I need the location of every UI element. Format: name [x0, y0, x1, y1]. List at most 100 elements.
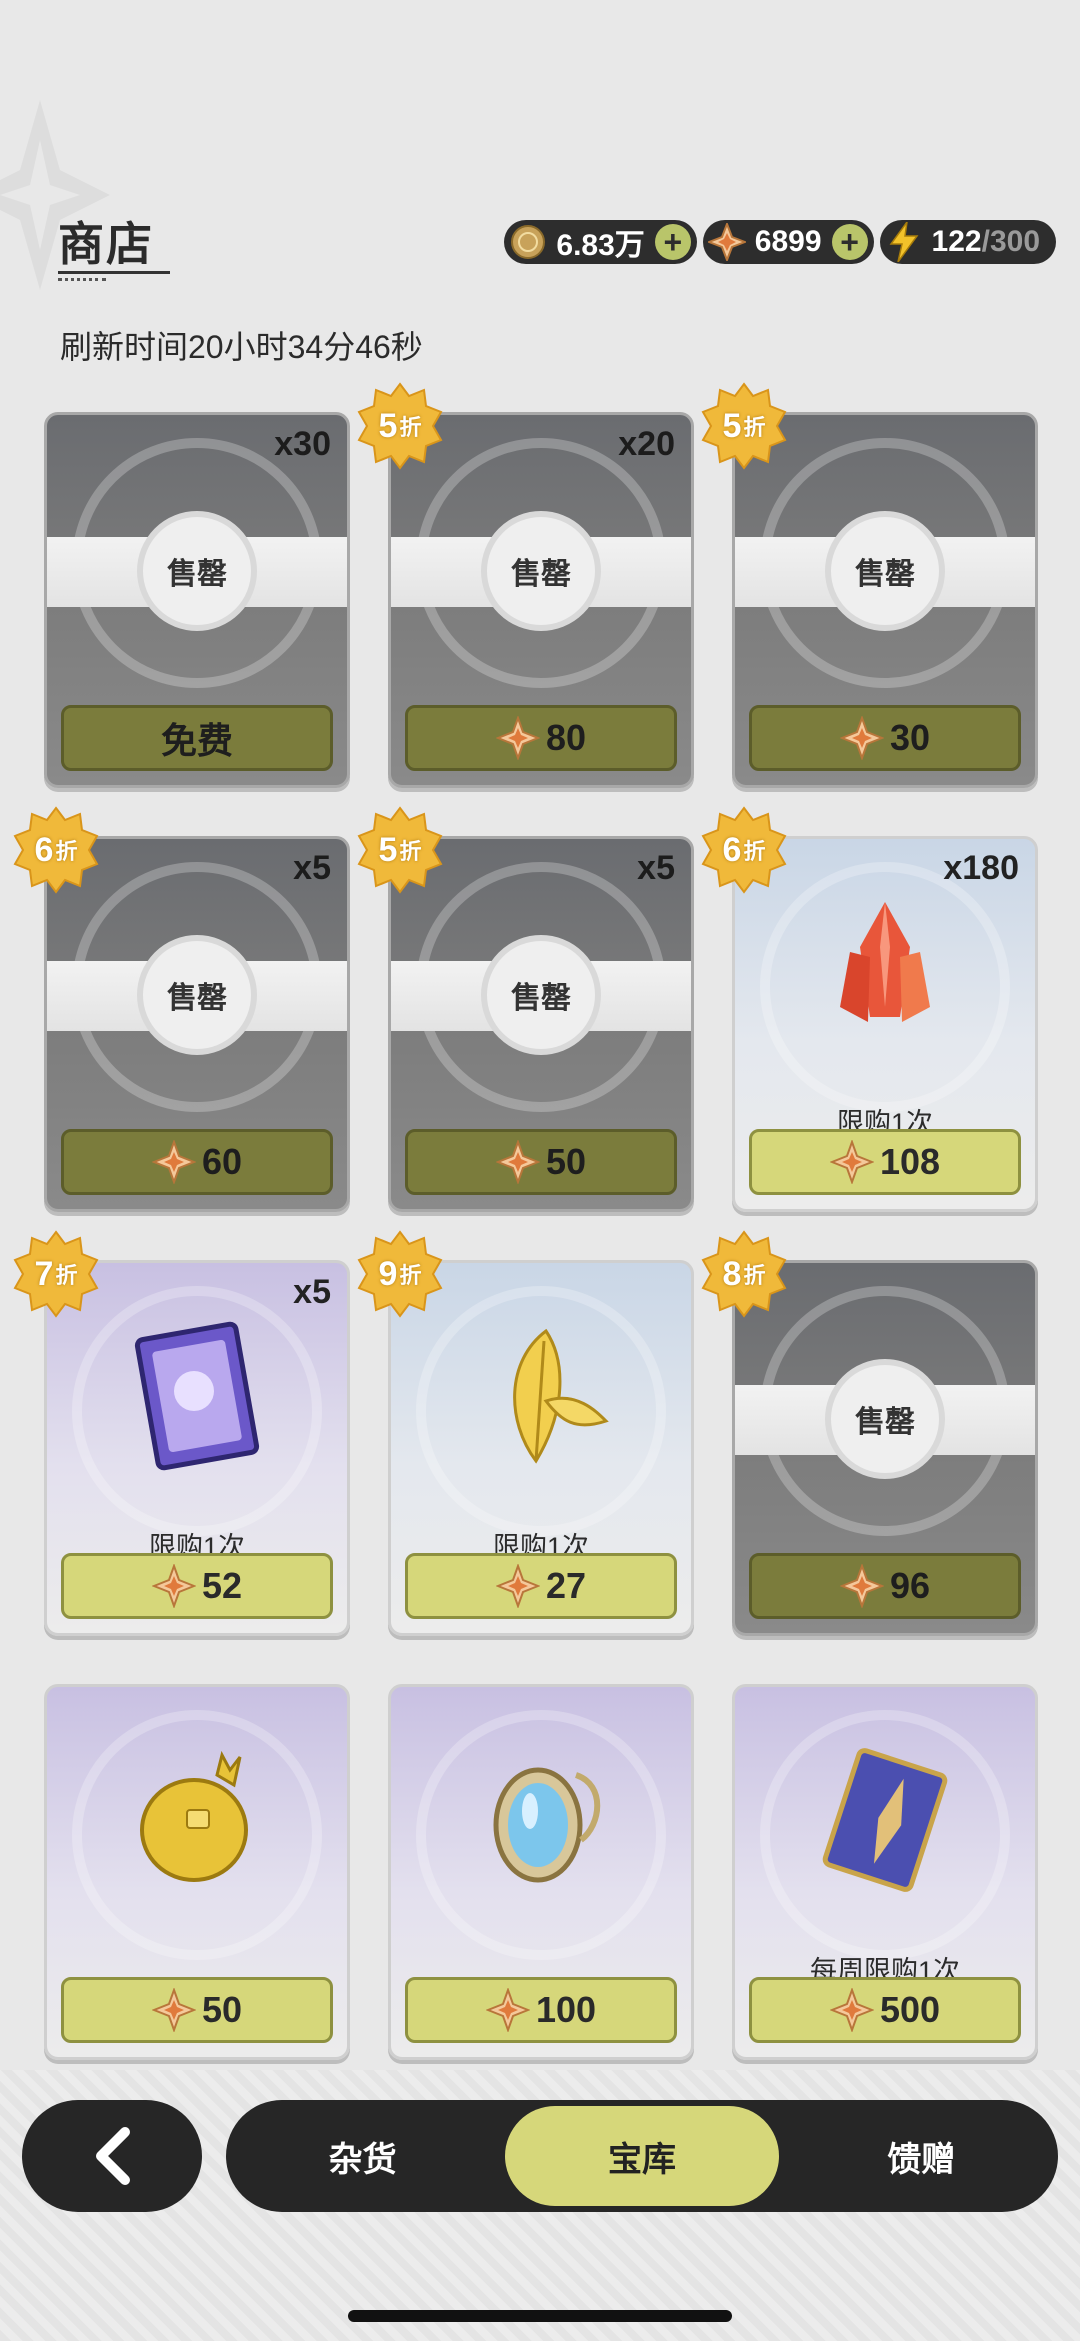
- mirror-icon: [466, 1745, 616, 1895]
- discount-value: 5: [378, 406, 398, 445]
- discount-suffix: 折: [743, 1263, 766, 1288]
- discount-suffix: 折: [743, 415, 766, 440]
- discount-badge: 7折: [12, 1230, 100, 1318]
- shop-item-card[interactable]: 50: [44, 1684, 350, 2060]
- shop-item-card: x5 售罄 50 5 折: [357, 806, 694, 1212]
- item-quantity: x5: [293, 1273, 331, 1311]
- sold-out-label: 售罄: [825, 1359, 945, 1479]
- price-value: 50: [201, 1989, 243, 2030]
- energy-current: 122: [931, 225, 982, 258]
- price-button[interactable]: 50: [61, 1977, 333, 2043]
- price-button[interactable]: 27: [405, 1553, 677, 1619]
- price-button: 80: [405, 705, 677, 771]
- discount-value: 5: [378, 830, 398, 869]
- gem-icon: [151, 1564, 196, 1608]
- discount-value: 8: [722, 1254, 742, 1293]
- price-button: 96: [749, 1553, 1021, 1619]
- gem-amount: 6899: [754, 225, 822, 258]
- item-quantity: x5: [637, 849, 675, 887]
- card-frame: x30 售罄免费: [44, 412, 350, 788]
- price-value: 免费: [160, 720, 233, 761]
- discount-badge: 8折: [700, 1230, 788, 1318]
- discount-badge: 5折: [356, 806, 444, 894]
- price-value: 52: [201, 1565, 243, 1606]
- gem-icon: [839, 1564, 884, 1608]
- gem-icon: [151, 1140, 196, 1184]
- price-value: 80: [545, 717, 587, 758]
- energy-balance: 122/300: [879, 220, 1056, 264]
- price-button: 50: [405, 1129, 677, 1195]
- price-value: 108: [879, 1141, 941, 1182]
- home-indicator: [348, 2310, 732, 2322]
- discount-value: 7: [34, 1254, 54, 1293]
- price-button: 免费: [61, 705, 333, 771]
- sold-out-label: 售罄: [825, 511, 945, 631]
- shop-item-card[interactable]: 限购1次 27 9 折: [357, 1230, 694, 1636]
- discount-badge: 6折: [700, 806, 788, 894]
- shop-item-card[interactable]: x5 限购1次 52 7 折: [13, 1230, 350, 1636]
- price-value: 60: [201, 1141, 243, 1182]
- price-button[interactable]: 108: [749, 1129, 1021, 1195]
- gem-icon: [839, 716, 884, 760]
- shop-item-card[interactable]: 每周限购1次 500: [732, 1684, 1038, 2060]
- gem-icon: [495, 716, 540, 760]
- character-card-icon: [122, 1321, 272, 1471]
- back-arrow-icon: [96, 2127, 130, 2185]
- price-value: 100: [535, 1989, 597, 2030]
- feather-card-icon: [810, 1745, 960, 1895]
- discount-suffix: 折: [399, 839, 422, 864]
- discount-value: 6: [722, 830, 742, 869]
- item-quantity: x5: [293, 849, 331, 887]
- price-value: 50: [545, 1141, 587, 1182]
- discount-suffix: 折: [743, 839, 766, 864]
- price-value: 96: [889, 1565, 931, 1606]
- shop-item-card[interactable]: 100: [388, 1684, 694, 2060]
- gem-balance: 6899 +: [702, 220, 874, 264]
- item-quantity: x30: [274, 425, 331, 463]
- card-frame: 50: [44, 1684, 350, 2060]
- shop-item-card: x20 售罄 80 5 折: [357, 382, 694, 788]
- price-button[interactable]: 100: [405, 1977, 677, 2043]
- tab-treasury[interactable]: 宝库: [505, 2106, 779, 2206]
- discount-value: 6: [34, 830, 54, 869]
- currency-bar: 6.83万 + 6899 + 122/300: [504, 220, 1056, 264]
- coin-balance: 6.83万 +: [504, 220, 697, 264]
- sold-out-label: 售罄: [137, 511, 257, 631]
- item-quantity: x180: [943, 849, 1019, 887]
- gem-icon: [485, 1988, 530, 2032]
- price-value: 500: [879, 1989, 941, 2030]
- card-frame: 每周限购1次 500: [732, 1684, 1038, 2060]
- golden-orb-icon: [122, 1745, 272, 1895]
- discount-value: 9: [378, 1254, 398, 1293]
- refresh-timer: 刷新时间20小时34分46秒: [60, 329, 423, 365]
- item-quantity: x20: [618, 425, 675, 463]
- tab-gifts[interactable]: 馈赠: [785, 2106, 1058, 2206]
- back-button[interactable]: [22, 2100, 202, 2212]
- tab-groceries[interactable]: 杂货: [226, 2106, 499, 2206]
- price-button[interactable]: 52: [61, 1553, 333, 1619]
- gem-icon: [495, 1564, 540, 1608]
- sold-out-label: 售罄: [137, 935, 257, 1055]
- price-value: 27: [545, 1565, 587, 1606]
- card-frame: 100: [388, 1684, 694, 2060]
- discount-value: 5: [722, 406, 742, 445]
- shop-item-card: 售罄 30 5 折: [701, 382, 1038, 788]
- discount-badge: 9折: [356, 1230, 444, 1318]
- shop-item-card[interactable]: x180 限购1次 108 6 折: [701, 806, 1038, 1212]
- gem-icon: [151, 1988, 196, 2032]
- title-dots: [58, 278, 106, 281]
- lightning-icon: [884, 222, 924, 262]
- shop-item-card: x5 售罄 60 6 折: [13, 806, 350, 1212]
- discount-suffix: 折: [399, 415, 422, 440]
- price-value: 30: [889, 717, 931, 758]
- price-button: 60: [61, 1129, 333, 1195]
- crystal-icon: [810, 897, 960, 1047]
- price-button[interactable]: 500: [749, 1977, 1021, 2043]
- add-coins-button[interactable]: +: [654, 224, 691, 260]
- discount-badge: 5折: [356, 382, 444, 470]
- discount-badge: 5折: [700, 382, 788, 470]
- shop-item-card: x30 售罄免费: [44, 412, 350, 788]
- price-button: 30: [749, 705, 1021, 771]
- page-title: 商店: [58, 218, 154, 270]
- add-gems-button[interactable]: +: [831, 224, 868, 260]
